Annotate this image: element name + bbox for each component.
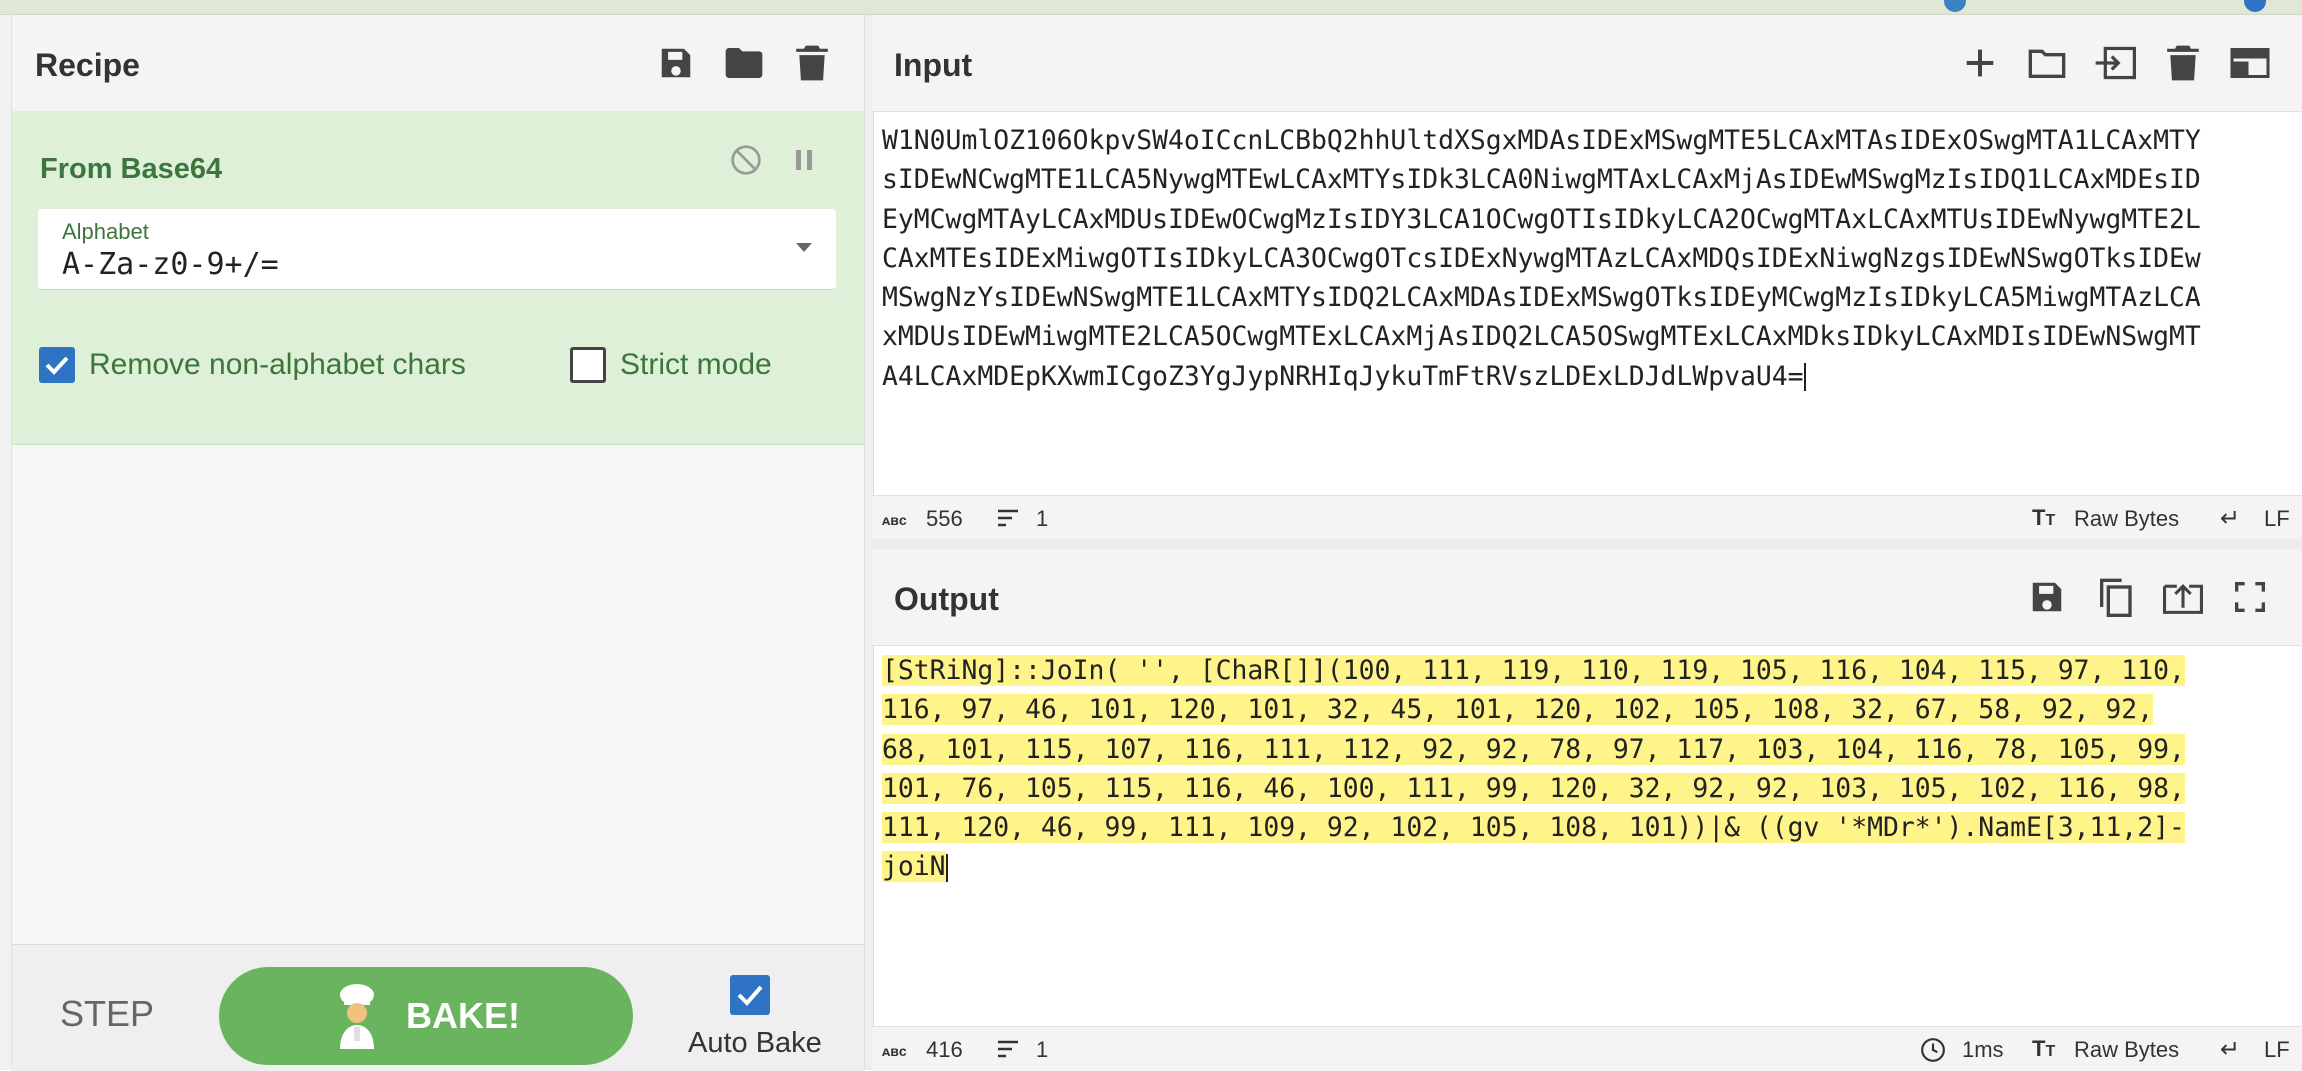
length-icon: ᴀʙᴄ (882, 1043, 907, 1059)
info-icon[interactable] (2244, 0, 2266, 12)
from-base64-operation: From Base64 Alphabet A-Za-z0-9+/= Remove… (12, 111, 864, 445)
trash-icon[interactable] (790, 41, 834, 85)
output-encoding[interactable]: Raw Bytes (2074, 1037, 2179, 1063)
return-icon: ↵ (2220, 1036, 2241, 1063)
disable-icon[interactable] (726, 140, 766, 180)
output-line: 68, 101, 115, 107, 116, 111, 112, 92, 92… (882, 733, 2185, 765)
auto-bake-label: Auto Bake (688, 1027, 822, 1059)
input-line: A4LCAxMDEpKXwmICgoZ3YgJypNRHIqJykuTmFtRV… (882, 360, 1804, 392)
input-eol[interactable]: LF (2264, 506, 2290, 532)
output-title: Output (894, 581, 999, 617)
input-line: W1N0UmlOZ106OkpvSW4oICcnLCBbQ2hhUltdXSgx… (882, 125, 2201, 156)
recipe-title: Recipe (35, 47, 140, 83)
input-line-count: 1 (1036, 506, 1049, 531)
folder-open-icon[interactable] (2025, 41, 2069, 85)
output-eol[interactable]: LF (2264, 1037, 2290, 1063)
clock-icon (1920, 1037, 1946, 1069)
text-size-icon: TT (2032, 505, 2056, 530)
bake-label: BAKE! (406, 995, 520, 1036)
top-banner (0, 0, 2302, 15)
output-line: 101, 76, 105, 115, 116, 46, 100, 111, 99… (882, 772, 2185, 804)
input-textarea[interactable]: W1N0UmlOZ106OkpvSW4oICcnLCBbQ2hhUltdXSgx… (872, 121, 2302, 396)
input-status-bar: ᴀʙᴄ 556 1 TT Raw Bytes ↵ LF (872, 495, 2302, 540)
copy-icon[interactable] (2093, 575, 2137, 619)
save-icon[interactable] (654, 41, 698, 85)
alphabet-value: A-Za-z0-9+/= (62, 247, 279, 282)
output-line-count: 1 (1036, 1037, 1049, 1062)
output-line: joiN (882, 851, 946, 883)
return-icon: ↵ (2220, 505, 2241, 532)
operations-pane-edge (0, 15, 12, 1070)
input-line: CAxMTEsIDExMiwgOTIsIDkyLCA3OCwgOTcsIDExN… (882, 242, 2201, 274)
output-length: 416 (926, 1037, 963, 1062)
plus-icon[interactable] (1958, 41, 2002, 85)
output-line: 116, 97, 46, 101, 120, 101, 32, 45, 101,… (882, 694, 2154, 726)
output-header: Output (872, 549, 2302, 646)
lines-icon (996, 1039, 1020, 1065)
folder-icon[interactable] (722, 41, 766, 85)
chef-icon (332, 983, 382, 1049)
bake-button[interactable]: BAKE! (219, 967, 633, 1065)
bake-time: 1ms (1962, 1037, 2004, 1062)
save-icon[interactable] (2025, 575, 2069, 619)
input-header: Input (872, 15, 2302, 112)
input-line: xMDUsIDEwMiwgMTE2LCA5OCwgMTExLCAxMjAsIDQ… (882, 321, 2201, 353)
text-size-icon: TT (2032, 1036, 2056, 1061)
io-resizer[interactable] (872, 539, 2302, 549)
trash-icon[interactable] (2161, 41, 2205, 85)
input-line: EyMCwgMTAyLCAxMDUsIDEwOCwgMzIsIDY3LCA1OC… (882, 203, 2201, 235)
input-length: 556 (926, 506, 963, 531)
replace-input-icon[interactable] (2161, 575, 2205, 619)
strict-mode-checkbox[interactable] (570, 347, 606, 383)
gear-icon[interactable] (1944, 0, 1966, 12)
strict-mode-label: Strict mode (620, 348, 772, 381)
output-line: [StRiNg]::JoIn( '', [ChaR[]](100, 111, 1… (882, 655, 2185, 686)
chevron-down-icon (796, 243, 812, 252)
input-encoding[interactable]: Raw Bytes (2074, 506, 2179, 532)
recipe-header: Recipe (12, 15, 864, 112)
output-line: 111, 120, 46, 99, 111, 109, 92, 102, 105… (882, 812, 2185, 844)
auto-bake-checkbox[interactable] (730, 975, 770, 1015)
output-status-bar: ᴀʙᴄ 416 1 1ms TT Raw Bytes ↵ LF (872, 1026, 2302, 1071)
remove-non-alphabet-label: Remove non-alphabet chars (89, 348, 466, 381)
operation-title: From Base64 (40, 153, 223, 185)
bake-controls: STEP BAKE! Auto Bake (12, 944, 864, 1071)
alphabet-label: Alphabet (62, 219, 149, 244)
swap-icon[interactable] (2093, 41, 2137, 85)
alphabet-select[interactable]: Alphabet A-Za-z0-9+/= (38, 209, 836, 290)
layout-icon[interactable] (2228, 41, 2272, 85)
output-text[interactable]: [StRiNg]::JoIn( '', [ChaR[]](100, 111, 1… (872, 651, 2302, 887)
text-cursor (945, 853, 948, 882)
lines-icon (996, 508, 1020, 534)
length-icon: ᴀʙᴄ (882, 512, 907, 528)
remove-non-alphabet-checkbox[interactable] (39, 347, 75, 383)
input-line: sIDEwNCwgMTE1LCA5NywgMTEwLCAxMTYsIDk3LCA… (882, 164, 2201, 196)
maximise-icon[interactable] (2228, 575, 2272, 619)
recipe-pane: Recipe From Base64 Alphabet A-Za-z0-9+/=… (0, 15, 864, 1071)
input-line: MSwgNzYsIDEwNSwgMTE1LCAxMTYsIDQ2LCAxMDAs… (882, 282, 2201, 314)
text-cursor (1803, 363, 1806, 392)
pause-icon[interactable] (784, 140, 824, 180)
step-button[interactable]: STEP (60, 993, 154, 1035)
input-title: Input (894, 47, 973, 83)
